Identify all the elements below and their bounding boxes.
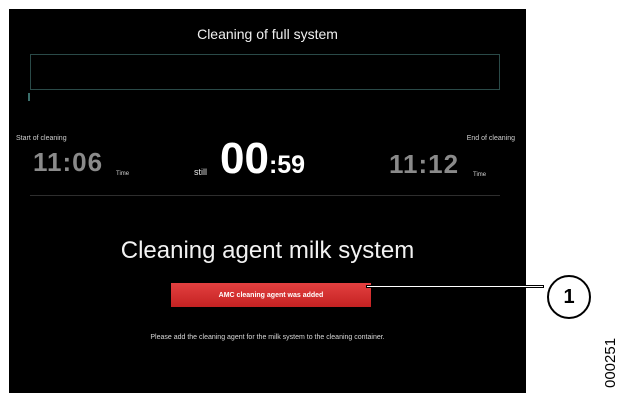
progress-bar — [30, 54, 500, 90]
start-caption: Start of cleaning — [16, 135, 67, 142]
instruction-text: Please add the cleaning agent for the mi… — [150, 334, 385, 341]
machine-display: Cleaning of full system Start of cleanin… — [9, 9, 526, 393]
start-time-unit: Time — [116, 171, 130, 177]
section-heading: Cleaning agent milk system — [120, 237, 415, 264]
countdown-seconds: :59 — [268, 151, 306, 179]
countdown-timer: 00:59 — [220, 134, 305, 184]
progress-marker — [28, 93, 30, 101]
countdown-prefix: still — [194, 167, 207, 177]
start-time: 11:06 — [33, 147, 104, 177]
agent-added-button[interactable]: AMC cleaning agent was added — [171, 283, 371, 307]
end-caption: End of cleaning — [466, 135, 515, 142]
divider — [30, 195, 500, 196]
callout-number: 1 — [547, 275, 591, 319]
callout-leader-line — [366, 285, 544, 288]
countdown-minutes: 00 — [220, 134, 269, 183]
end-time: 11:12 — [389, 149, 460, 179]
figure-id: 000251 — [602, 337, 619, 388]
end-time-unit: Time — [473, 172, 487, 178]
screen-title: Cleaning of full system — [197, 26, 338, 42]
